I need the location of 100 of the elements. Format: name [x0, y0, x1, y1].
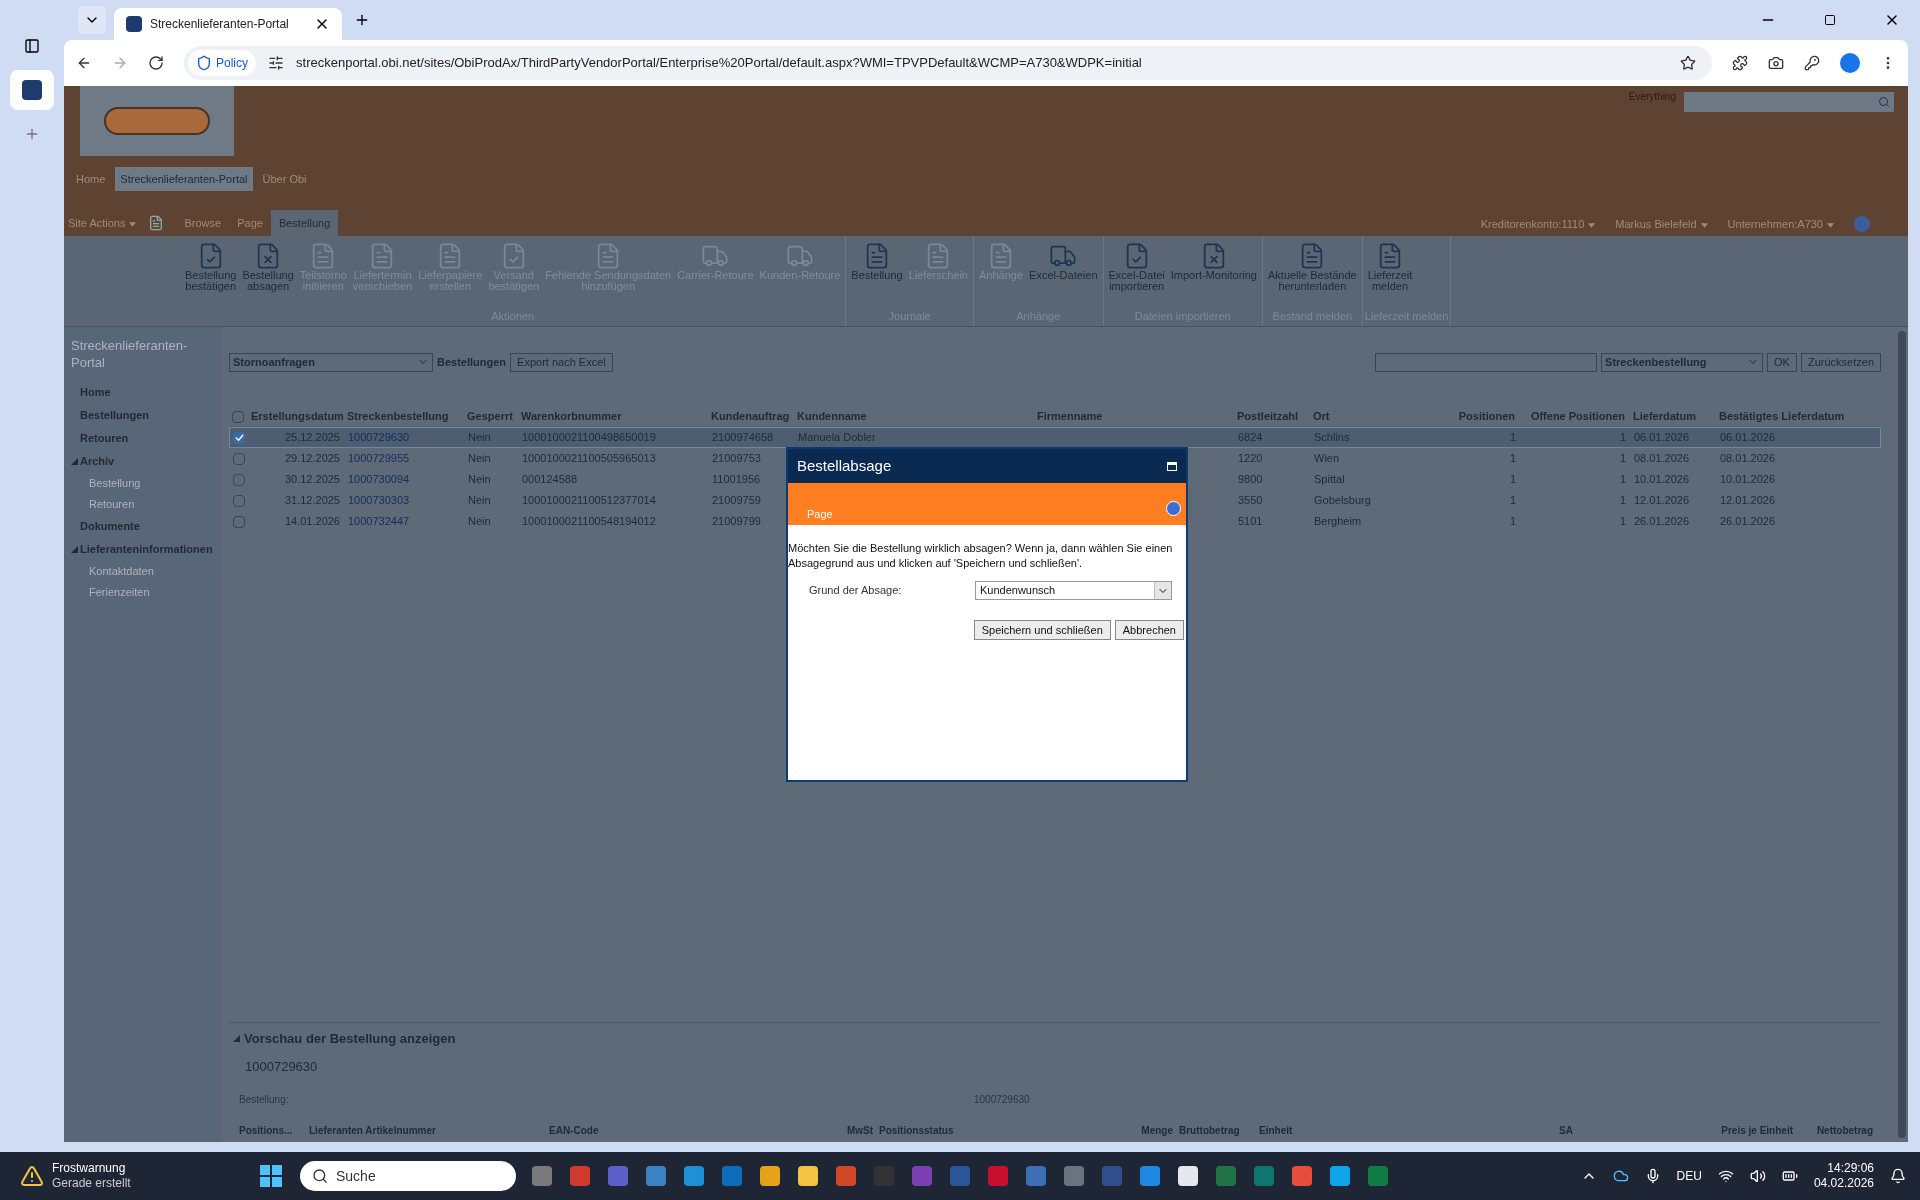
sidebar-item[interactable]: Archiv [78, 453, 115, 470]
user-menu[interactable]: Kreditorenkonto:1110 [1480, 215, 1585, 236]
table-cell: 21009799 [712, 515, 761, 528]
column-header[interactable]: Erstellungsdatum [251, 410, 344, 423]
order-link[interactable]: 1000730303 [348, 494, 410, 507]
sidebar-subitem[interactable]: Bestellung [89, 475, 141, 492]
search-field[interactable]: Suche [300, 1161, 516, 1191]
column-header[interactable]: Postleitzahl [1237, 410, 1299, 423]
column-header[interactable]: Positions... [239, 1125, 293, 1136]
table-cell: 10.01.2026 [1720, 473, 1776, 486]
ok-button[interactable]: OK [1767, 352, 1797, 372]
table-cell: Nein [468, 515, 491, 528]
cancel-button[interactable]: Abbrechen [1114, 620, 1184, 640]
notification-title[interactable]: Frostwarnung [52, 1161, 131, 1176]
column-header[interactable]: Lieferanten Artikelnummer [309, 1125, 436, 1136]
table-cell: 26.01.2026 [1634, 515, 1690, 528]
reset-button[interactable]: Zurücksetzen [1800, 352, 1881, 372]
sidebar-subitem[interactable]: Ferienzeiten [89, 584, 150, 601]
order-link[interactable]: 1000729955 [348, 452, 410, 465]
column-header[interactable]: Bruttobetrag [1179, 1125, 1240, 1136]
save-close-button[interactable]: Speichern und schließen [973, 620, 1111, 640]
reason-dropdown[interactable]: Kundenwunsch [975, 581, 1172, 600]
ribbon-button[interactable]: Aktuelle Bestände herunterladen [1265, 242, 1360, 308]
column-header[interactable]: Bestätigtes Lieferdatum [1719, 410, 1845, 423]
policy-chip[interactable]: Policy [188, 50, 256, 76]
sidebar-item[interactable]: Bestellungen [78, 407, 150, 424]
table-cell: 1000100021100498650019 [522, 431, 656, 444]
column-header[interactable]: Einheit [1259, 1125, 1293, 1136]
order-link[interactable]: 1000730094 [348, 473, 410, 486]
ribbon-button[interactable]: Lieferzeit melden [1364, 242, 1416, 308]
ribbon-button[interactable]: Import-Monitoring [1167, 242, 1260, 308]
table-cell: 11001956 [712, 473, 761, 486]
search-placeholder: Suche [336, 1166, 376, 1186]
column-header[interactable]: Menge [1141, 1125, 1173, 1136]
table-cell: 5101 [1238, 515, 1263, 528]
table-cell: 12.01.2026 [1720, 494, 1776, 507]
sidebar-subitem[interactable]: Kontaktdaten [89, 563, 154, 580]
ribbon-button[interactable]: Excel-Datei importieren [1105, 242, 1168, 308]
sidebar-item[interactable]: Dokumente [78, 518, 140, 535]
table-cell: 08.01.2026 [1720, 452, 1776, 465]
preview-order-number: 1000729630 [244, 1057, 319, 1076]
clock-date[interactable]: 04.02.2026 [1813, 1176, 1874, 1191]
export-button[interactable]: Export nach Excel [510, 352, 613, 372]
column-header[interactable]: EAN-Code [549, 1125, 599, 1136]
table-cell: 14.01.2026 [284, 515, 340, 528]
column-header[interactable]: Kundenname [797, 410, 867, 423]
ribbon-button[interactable]: Excel-Dateien [1026, 242, 1101, 308]
ribbon-button[interactable]: Bestellung [848, 242, 906, 308]
column-header[interactable]: Firmenname [1037, 410, 1103, 423]
column-header[interactable]: Positionsstatus [879, 1125, 954, 1136]
column-header[interactable]: Offene Positionen [1530, 410, 1625, 423]
sidebar-subitem[interactable]: Retouren [89, 496, 135, 513]
table-cell: 2100974658 [712, 431, 774, 444]
sidebar-item[interactable]: Lieferanteninformationen [78, 541, 213, 558]
table-cell: 1000100021100505965013 [522, 452, 656, 465]
table-cell: Nein [468, 452, 491, 465]
ribbon-button[interactable]: Bestellung absagen [239, 242, 297, 308]
column-header[interactable]: Kundenauftrag [711, 410, 790, 423]
browser-tab[interactable]: Streckenlieferanten-Portal [114, 8, 342, 40]
order-link[interactable]: 1000732447 [348, 515, 410, 528]
column-header[interactable]: Lieferdatum [1633, 410, 1696, 423]
sidebar-item[interactable]: Home [78, 384, 111, 401]
user-menu[interactable]: Unternehmen:A730 [1727, 215, 1823, 236]
clock-time[interactable]: 14:29:06 [1827, 1161, 1874, 1176]
column-header[interactable]: SA [1559, 1125, 1573, 1136]
address-bar[interactable]: Policy streckenportal.obi.net/sites/ObiProdAx/ThirdPartyVendorPortal/Enterprise%20Portal/default.aspx?WMI=TPVPDefault&WCMP=A730&WDPK=initial [184, 46, 1712, 80]
language-indicator[interactable]: DEU [1676, 1167, 1702, 1185]
tab-title: Streckenlieferanten-Portal [150, 16, 290, 33]
table-cell: Nein [468, 431, 491, 444]
ribbon-tab[interactable]: Page [229, 209, 271, 236]
ribbon-button[interactable]: Bestellung bestätigen [182, 242, 240, 308]
preview-title[interactable]: Vorschau der Bestellung anzeigen [244, 1029, 456, 1049]
table-cell: Nein [468, 494, 491, 507]
table-cell: 3550 [1238, 494, 1263, 507]
column-header[interactable]: Positionen [1458, 410, 1515, 423]
site-actions-menu[interactable]: Site Actions [68, 214, 126, 236]
table-cell: 08.01.2026 [1634, 452, 1690, 465]
site-title: Streckenlieferanten-Portal [71, 337, 189, 371]
ribbon-tab[interactable]: Bestellung [270, 209, 339, 236]
column-header[interactable]: Warenkorbnummer [521, 410, 622, 423]
table-cell: 9800 [1238, 473, 1263, 486]
order-link[interactable]: 1000729630 [348, 431, 410, 444]
ribbon-tab[interactable]: Browse [176, 209, 230, 236]
table-cell: 6824 [1238, 431, 1263, 444]
column-header[interactable]: Nettobetrag [1816, 1125, 1873, 1136]
table-cell: 1 [1509, 452, 1516, 465]
nav-link[interactable]: Home [70, 166, 112, 192]
sidebar-item[interactable]: Retouren [78, 430, 129, 447]
search-column-dropdown[interactable]: Streckenbestellung [1601, 352, 1764, 372]
view-dropdown[interactable]: Stornoanfragen [229, 352, 433, 372]
nav-link[interactable]: Streckenlieferanten-Portal [115, 166, 253, 192]
user-menu[interactable]: Markus Bielefeld [1615, 215, 1697, 236]
column-header[interactable]: Gesperrt [467, 410, 513, 423]
table-cell: 1 [1509, 473, 1516, 486]
column-header[interactable]: Ort [1313, 410, 1330, 423]
notification-text[interactable]: Gerade erstellt [52, 1176, 131, 1191]
nav-link[interactable]: Über Obi [256, 166, 313, 192]
column-header[interactable]: Preis je Einheit [1721, 1125, 1793, 1136]
column-header[interactable]: MwSt [846, 1125, 873, 1136]
column-header[interactable]: Streckenbestellung [347, 410, 449, 423]
